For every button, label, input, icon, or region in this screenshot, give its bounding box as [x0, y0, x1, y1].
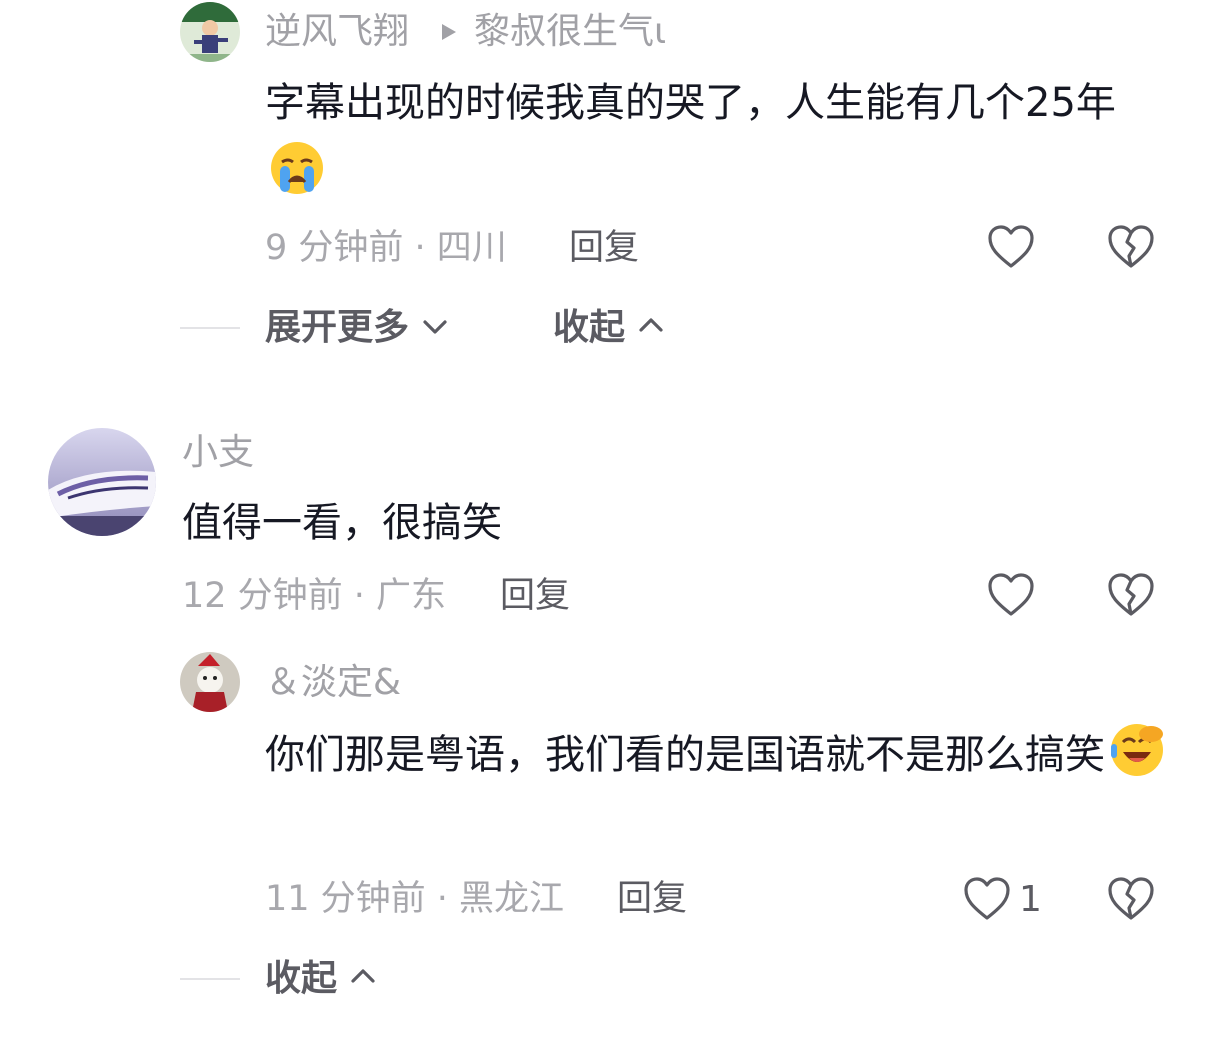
comment-text: 值得一看，很搞笑	[182, 500, 502, 546]
chevron-down-icon	[422, 320, 447, 334]
chevron-up-icon	[350, 969, 375, 983]
comment-meta: 11 分钟前 · 黑龙江	[265, 879, 565, 919]
collapse-label: 收起	[265, 958, 338, 999]
heart-icon[interactable]	[987, 572, 1035, 622]
chevron-up-icon	[638, 318, 663, 332]
comment-content: 字幕出现的时候我真的哭了，人生能有几个25年	[265, 68, 1165, 208]
broken-heart-icon[interactable]	[1107, 224, 1155, 274]
comment-content: 你们那是粤语，我们看的是国语就不是那么搞笑	[265, 720, 1165, 790]
comment-author[interactable]: 逆风飞翔	[265, 12, 409, 52]
reply-button[interactable]: 回复	[500, 576, 570, 616]
heart-icon[interactable]	[987, 224, 1035, 274]
reply-arrow-icon	[440, 22, 458, 46]
avatar[interactable]	[180, 652, 240, 712]
like-count: 1	[1019, 879, 1042, 920]
heart-icon[interactable]	[963, 876, 1011, 926]
collapse-label: 收起	[553, 307, 626, 348]
avatar[interactable]	[48, 428, 156, 536]
expand-more-button[interactable]: 展开更多	[265, 308, 448, 348]
expand-more-label: 展开更多	[265, 307, 410, 348]
comment-text: 字幕出现的时候我真的哭了，人生能有几个25年	[265, 80, 1116, 126]
thread-divider	[180, 978, 240, 980]
comment-content: 值得一看，很搞笑	[182, 488, 1082, 558]
collapse-button[interactable]: 收起	[265, 959, 376, 999]
comment-text: 你们那是粤语，我们看的是国语就不是那么搞笑	[265, 732, 1105, 778]
comment-author[interactable]: 小支	[182, 433, 254, 473]
loudly-crying-face-emoji	[271, 142, 323, 194]
broken-heart-icon[interactable]	[1107, 572, 1155, 622]
avatar[interactable]	[180, 2, 240, 62]
comment-meta: 12 分钟前 · 广东	[182, 576, 447, 616]
comment-author[interactable]: ＆淡定&	[265, 663, 401, 703]
face-with-hand-over-mouth-laughing-emoji	[1111, 724, 1163, 776]
reply-to-author[interactable]: 黎叔很生气ι	[474, 12, 666, 52]
reply-button[interactable]: 回复	[569, 228, 639, 268]
collapse-button[interactable]: 收起	[553, 308, 664, 348]
comment-meta: 9 分钟前 · 四川	[265, 228, 507, 268]
broken-heart-icon[interactable]	[1107, 876, 1155, 926]
reply-button[interactable]: 回复	[617, 879, 687, 919]
thread-divider	[180, 327, 240, 329]
